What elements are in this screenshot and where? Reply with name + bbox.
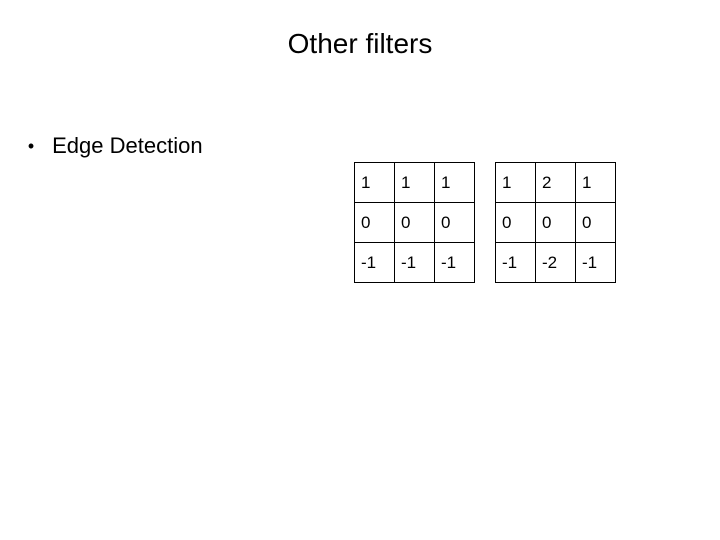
table-row: 0 0 0 bbox=[355, 203, 475, 243]
matrices-container: 1 1 1 0 0 0 -1 -1 -1 1 2 1 0 bbox=[354, 162, 616, 283]
matrix-cell: 2 bbox=[536, 163, 576, 203]
matrix-cell: 0 bbox=[536, 203, 576, 243]
slide-title: Other filters bbox=[0, 28, 720, 60]
matrix-cell: 1 bbox=[496, 163, 536, 203]
matrix-cell: 1 bbox=[576, 163, 616, 203]
matrix-cell: 0 bbox=[435, 203, 475, 243]
table-row: -1 -2 -1 bbox=[496, 243, 616, 283]
matrix-cell: -2 bbox=[536, 243, 576, 283]
matrix-cell: -1 bbox=[395, 243, 435, 283]
table-row: 0 0 0 bbox=[496, 203, 616, 243]
matrix-cell: -1 bbox=[496, 243, 536, 283]
matrix-right: 1 2 1 0 0 0 -1 -2 -1 bbox=[495, 162, 616, 283]
matrix-cell: 0 bbox=[576, 203, 616, 243]
slide: Other filters • Edge Detection 1 1 1 0 0… bbox=[0, 0, 720, 540]
matrix-cell: 1 bbox=[355, 163, 395, 203]
matrix-cell: -1 bbox=[435, 243, 475, 283]
table-row: 1 1 1 bbox=[355, 163, 475, 203]
matrix-cell: 1 bbox=[435, 163, 475, 203]
bullet-dot-icon: • bbox=[22, 136, 40, 157]
table-row: -1 -1 -1 bbox=[355, 243, 475, 283]
bullet-text: Edge Detection bbox=[52, 133, 202, 158]
bullet-item: • Edge Detection bbox=[22, 132, 203, 159]
matrix-cell: 0 bbox=[496, 203, 536, 243]
matrix-cell: 1 bbox=[395, 163, 435, 203]
matrix-cell: -1 bbox=[576, 243, 616, 283]
matrix-cell: 0 bbox=[395, 203, 435, 243]
table-row: 1 2 1 bbox=[496, 163, 616, 203]
matrix-left: 1 1 1 0 0 0 -1 -1 -1 bbox=[354, 162, 475, 283]
matrix-cell: -1 bbox=[355, 243, 395, 283]
matrix-cell: 0 bbox=[355, 203, 395, 243]
